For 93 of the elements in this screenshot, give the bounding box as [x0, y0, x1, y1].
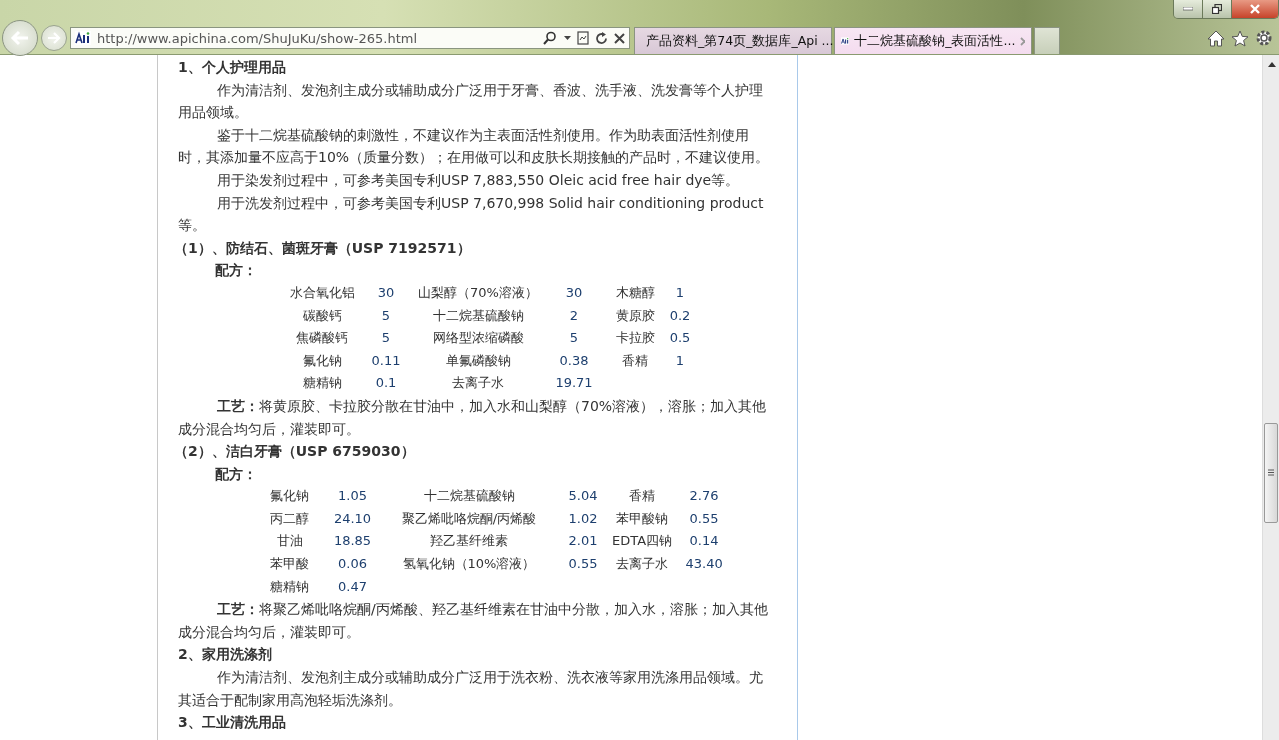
ingredient-name: EDTA四钠	[612, 532, 673, 551]
ingredient-amount: 5	[380, 329, 392, 348]
ingredient-name: 去离子水	[451, 374, 505, 393]
section-heading: 2、家用洗涤剂	[178, 645, 273, 665]
ingredient-amount: 19.71	[554, 374, 594, 393]
back-arrow-icon	[10, 30, 30, 46]
ingredient-amount: 0.5	[668, 329, 692, 348]
ingredient-amount: 30	[376, 283, 396, 302]
ingredient-amount: 1.05	[337, 487, 368, 506]
ingredient-name: 卡拉胶	[614, 329, 656, 348]
ingredient-name: 水合氧化铝	[288, 283, 356, 302]
scroll-up-icon[interactable]	[1268, 62, 1276, 67]
ingredient-name: 甘油	[275, 532, 304, 551]
ingredient-name: 焦磷酸钙	[295, 329, 349, 348]
ingredient-name: 单氟磷酸钠	[444, 351, 512, 370]
back-button[interactable]	[2, 20, 38, 56]
ingredient-name: 糖精钠	[269, 577, 310, 596]
ingredient-amount: 1	[674, 283, 686, 302]
dropdown-caret-icon[interactable]	[564, 36, 571, 40]
ingredient-name: 网络型浓缩磷酸	[431, 329, 525, 348]
ingredient-name: 山梨醇（70%溶液）	[417, 283, 539, 302]
ingredient-amount: 0.1	[374, 374, 398, 393]
close-button[interactable]	[1231, 0, 1278, 18]
favorites-star-icon[interactable]	[1231, 29, 1249, 47]
ingredient-name: 氟化钠	[301, 351, 343, 370]
forward-arrow-icon	[47, 32, 61, 44]
formula-label: 配方：	[214, 261, 258, 281]
ingredient-amount: 0.2	[668, 306, 692, 325]
paragraph: 作为清洁剂、发泡剂主成分或辅助成分广泛用于洗衣粉、洗衣液等家用洗涤用品领域。尤其适合于配制家用高泡轻垢洗涤剂。	[178, 668, 764, 710]
paragraph: 用于洗发剂过程中，可参考美国专利USP 7,670,998 Solid hair conditioning product等。	[178, 193, 765, 236]
site-favicon-icon	[841, 34, 850, 48]
site-favicon-icon	[75, 31, 91, 45]
ingredient-amount: 43.40	[684, 555, 724, 574]
ingredient-name: 氟化钠	[269, 487, 310, 506]
paragraph: 作为清洁剂、发泡剂主成分或辅助成分广泛用于牙膏、香波、洗手液、洗发膏等个人护理用品领域。	[178, 80, 764, 123]
ingredient-amount: 1	[674, 351, 686, 370]
ingredient-amount: 2	[568, 306, 580, 325]
close-icon	[1249, 4, 1261, 14]
browser-tab[interactable]: 十二烷基硫酸钠_表面活性...	[834, 27, 1032, 54]
ingredient-amount: 5.04	[567, 487, 599, 506]
stop-icon[interactable]	[614, 32, 625, 44]
address-bar[interactable]: http://www.apichina.com/ShuJuKu/show-265.html	[70, 27, 630, 49]
ingredient-amount: 5	[380, 306, 392, 325]
ingredient-name: 木糖醇	[614, 283, 656, 302]
ingredient-name: 香精	[628, 487, 657, 506]
compatibility-view-icon[interactable]	[577, 31, 589, 45]
ingredient-name: 碳酸钙	[301, 306, 343, 325]
vertical-scrollbar[interactable]	[1262, 55, 1279, 740]
ingredient-name: 香精	[621, 351, 649, 370]
ingredient-amount: 0.47	[337, 577, 368, 596]
home-icon[interactable]	[1207, 29, 1225, 47]
ingredient-name: 苯甲酸钠	[615, 509, 670, 528]
ingredient-name: 羟乙基纤维素	[429, 532, 509, 551]
restore-button[interactable]	[1202, 0, 1231, 18]
formula-heading: （2）、洁白牙膏（USP 6759030）	[174, 442, 416, 462]
ingredient-name: 糖精钠	[301, 374, 343, 393]
ingredient-amount: 24.10	[332, 509, 373, 528]
ingredient-name: 聚乙烯吡咯烷酮/丙烯酸	[400, 509, 538, 528]
ingredient-amount: 0.38	[558, 351, 590, 370]
ingredient-amount: 18.85	[332, 532, 373, 551]
ingredient-amount: 30	[564, 283, 584, 302]
ingredient-amount: 2.01	[567, 532, 599, 551]
paragraph: 用于染发剂过程中，可参考美国专利USP 7,883,550 Oleic acid free hair dye等。	[216, 170, 741, 190]
search-icon[interactable]	[542, 31, 558, 45]
section-heading: 1、个人护理用品	[178, 58, 287, 77]
ingredient-name: 苯甲酸	[269, 555, 310, 574]
restore-icon	[1212, 4, 1222, 14]
ingredient-amount: 5	[568, 329, 580, 348]
ingredient-amount: 0.11	[370, 351, 402, 370]
ingredient-amount: 0.55	[688, 509, 720, 528]
ingredient-name: 丙二醇	[269, 509, 310, 528]
section-heading: 3、工业清洗用品	[178, 713, 287, 733]
ingredient-name: 十二烷基硫酸钠	[422, 487, 516, 506]
ingredient-name: 十二烷基硫酸钠	[431, 306, 525, 325]
scrollbar-thumb[interactable]	[1264, 423, 1278, 523]
browser-tab[interactable]: 产品资料_第74页_数据库_Api ...	[634, 27, 832, 54]
formula-heading: （1）、防结石、菌斑牙膏（USP 7192571）	[174, 238, 472, 258]
ingredient-amount: 0.55	[567, 555, 599, 574]
ingredient-amount: 0.06	[337, 555, 368, 574]
paragraph: 工艺：将黄原胶、卡拉胶分散在甘油中，加入水和山梨醇（70%溶液），溶胀；加入其他成分混合均匀后，灌装即可。	[178, 396, 768, 439]
ingredient-amount: 1.02	[567, 509, 599, 528]
ingredient-amount: 0.14	[672, 530, 737, 554]
ingredient-name: 氢氧化钠（10%溶液）	[401, 555, 537, 574]
formula-label: 配方：	[214, 464, 258, 484]
ingredient-name: 黄原胶	[614, 306, 656, 325]
minimize-icon	[1183, 7, 1193, 11]
refresh-icon[interactable]	[595, 31, 608, 45]
paragraph: 鉴于十二烷基硫酸钠的刺激性，不建议作为主表面活性剂使用。作为助表面活性剂使用时，其添加量不应高于10%（质量分数）；在用做可以和皮肤长期接触的产品时，不建议使用。	[178, 125, 770, 168]
ingredient-amount: 2.76	[688, 487, 720, 506]
settings-icon[interactable]	[1255, 29, 1273, 47]
ingredient-name: 去离子水	[615, 555, 670, 574]
url-text: http://www.apichina.com/ShuJuKu/show-265.html	[97, 30, 419, 46]
paragraph: 工艺：将聚乙烯吡咯烷酮/丙烯酸、羟乙基纤维素在甘油中分散，加入水，溶胀；加入其他成分混合均匀后，灌装即可。	[178, 600, 769, 642]
